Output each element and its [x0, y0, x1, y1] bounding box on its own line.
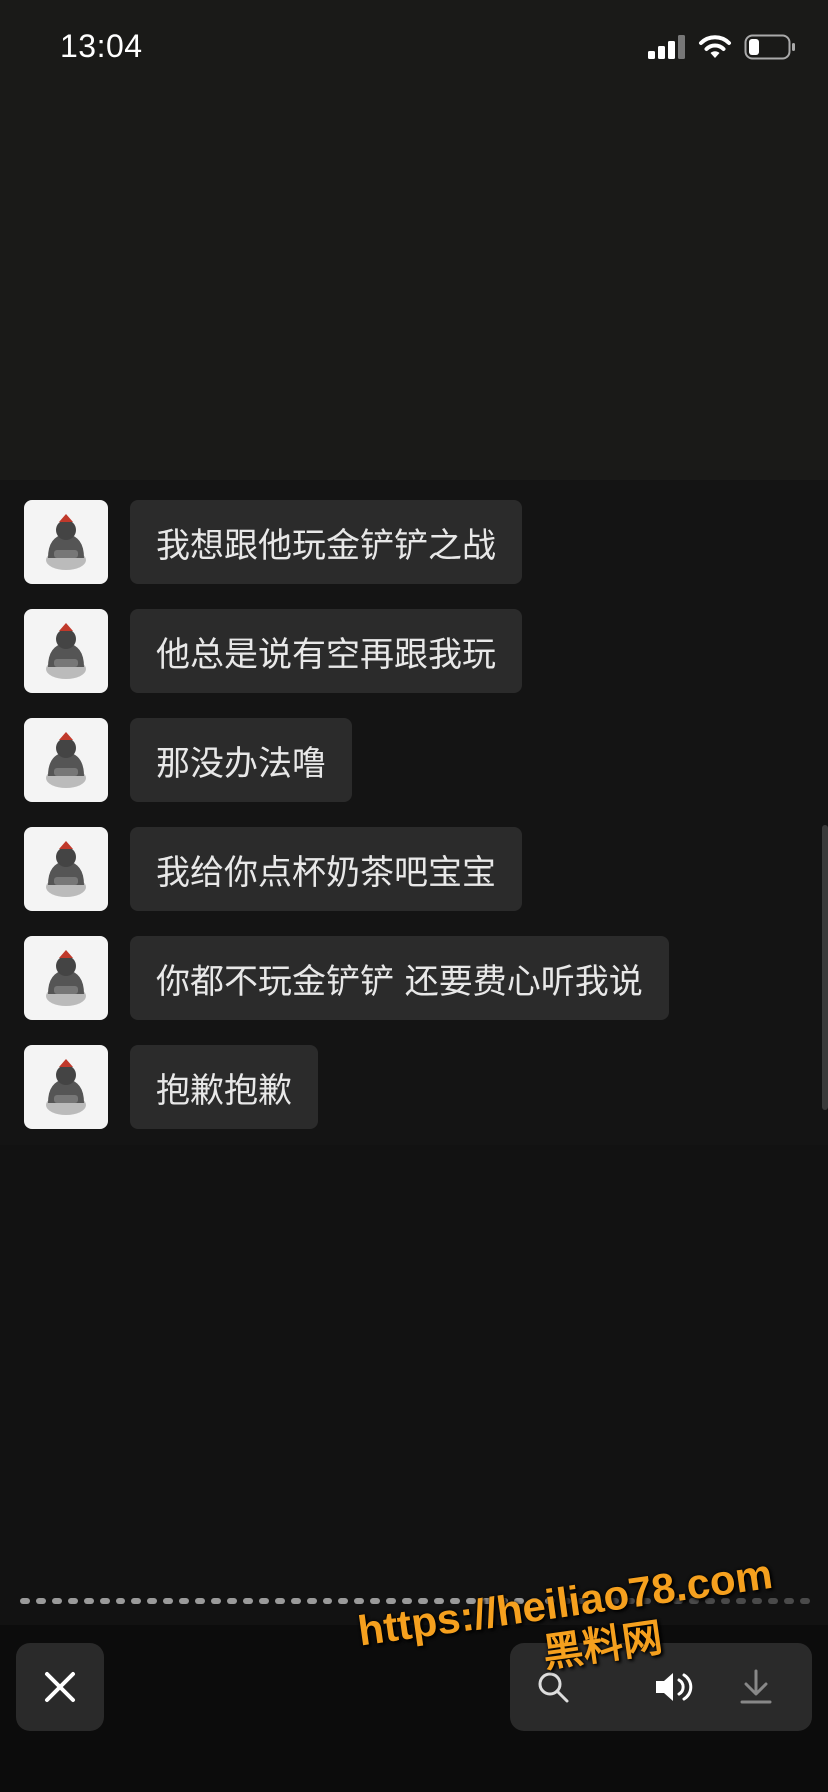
progress-segment: [322, 1598, 333, 1604]
message-row: 我想跟他玩金铲铲之战: [24, 500, 522, 584]
status-time: 13:04: [60, 28, 143, 64]
message-row: 他总是说有空再跟我玩: [24, 609, 522, 693]
status-icons: [648, 34, 796, 60]
progress-segment: [784, 1598, 795, 1604]
progress-segment: [354, 1598, 365, 1604]
progress-segment: [195, 1598, 206, 1604]
progress-segment: [179, 1598, 190, 1604]
message-bubble[interactable]: 抱歉抱歉: [130, 1045, 318, 1129]
message-row: 你都不玩金铲铲 还要费心听我说: [24, 936, 669, 1020]
progress-segment: [67, 1598, 78, 1604]
avatar[interactable]: [24, 936, 108, 1020]
progress-segment: [274, 1598, 285, 1604]
battery-icon: [744, 34, 795, 60]
scrollbar-thumb[interactable]: [822, 825, 828, 1110]
progress-segment: [242, 1598, 253, 1604]
screen: 13:04 我想跟他玩金铲铲之战 他总是说有空再跟我玩 那没办法噜 我给你点杯奶…: [0, 0, 828, 1792]
progress-segment: [35, 1598, 46, 1604]
progress-segment: [131, 1598, 142, 1604]
avatar[interactable]: [24, 1045, 108, 1129]
progress-segment: [20, 1598, 30, 1604]
message-bubble[interactable]: 那没办法噜: [130, 718, 352, 802]
progress-segment: [99, 1598, 110, 1604]
avatar[interactable]: [24, 718, 108, 802]
sound-button[interactable]: [651, 1664, 697, 1710]
message-bubble[interactable]: 我给你点杯奶茶吧宝宝: [130, 827, 522, 911]
download-button[interactable]: [733, 1664, 779, 1710]
message-row: 我给你点杯奶茶吧宝宝: [24, 827, 522, 911]
progress-segment: [51, 1598, 62, 1604]
message-bubble[interactable]: 他总是说有空再跟我玩: [130, 609, 522, 693]
download-icon: [740, 1669, 772, 1704]
message-row: 抱歉抱歉: [24, 1045, 318, 1129]
progress-segment: [163, 1598, 174, 1604]
progress-segment: [211, 1598, 221, 1604]
progress-segment: [83, 1598, 94, 1604]
avatar[interactable]: [24, 827, 108, 911]
progress-segment: [226, 1598, 237, 1604]
status-bar: 13:04: [0, 0, 828, 100]
video-bottom-area: [0, 1145, 828, 1625]
speaker-icon: [656, 1673, 693, 1701]
close-icon: [45, 1672, 75, 1702]
progress-segment: [290, 1598, 301, 1604]
avatar[interactable]: [24, 500, 108, 584]
progress-segment: [306, 1598, 317, 1604]
progress-segment: [370, 1598, 381, 1604]
progress-segment: [258, 1598, 269, 1604]
close-button[interactable]: [16, 1643, 104, 1731]
progress-segment: [338, 1598, 349, 1604]
message-bubble[interactable]: 你都不玩金铲铲 还要费心听我说: [130, 936, 669, 1020]
message-row: 那没办法噜: [24, 718, 352, 802]
progress-segment: [147, 1598, 158, 1604]
progress-segment: [115, 1598, 126, 1604]
avatar[interactable]: [24, 609, 108, 693]
progress-segment: [800, 1598, 811, 1604]
message-bubble[interactable]: 我想跟他玩金铲铲之战: [130, 500, 522, 584]
wifi-icon: [699, 35, 731, 58]
cellular-signal-icon: [648, 35, 685, 59]
